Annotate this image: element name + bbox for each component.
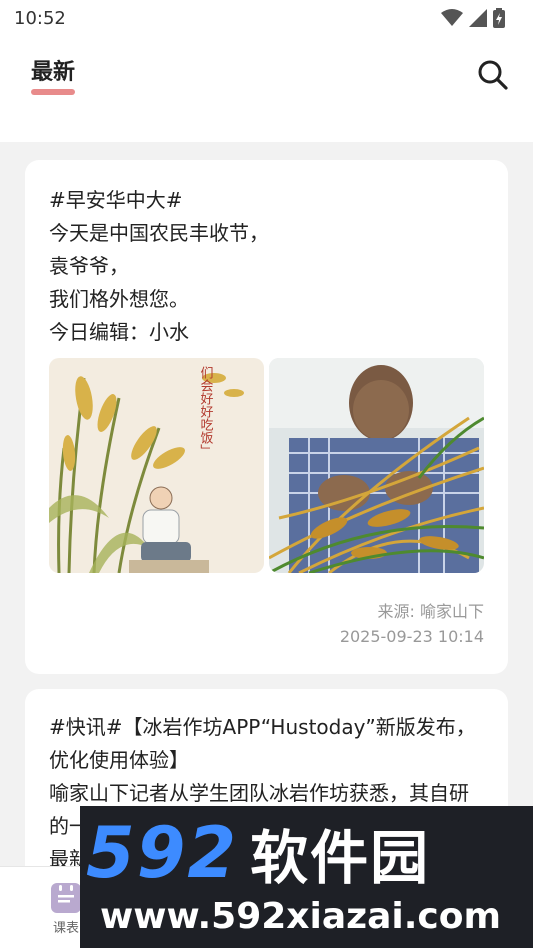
search-icon[interactable] — [476, 58, 510, 92]
status-icons — [441, 8, 505, 28]
post-timestamp: 2025-09-23 10:14 — [339, 627, 484, 646]
calendar-icon — [51, 883, 81, 913]
post-card[interactable]: #早安华中大# 今天是中国农民丰收节， 袁爷爷， 我们格外想您。 今日编辑：小水 — [25, 160, 508, 674]
watermark-number: 592 — [86, 812, 239, 894]
post-line: 今天是中国农民丰收节， — [49, 221, 269, 245]
post-line: #快讯#【冰岩作坊APP“Hustoday”新版发布， — [49, 715, 476, 739]
post-line: 我们格外想您。 — [49, 287, 189, 311]
wifi-icon — [441, 9, 463, 26]
battery-icon — [493, 8, 505, 28]
status-bar: 10:52 — [0, 0, 533, 36]
post-image-photo[interactable] — [269, 358, 484, 573]
post-text: #早安华中大# 今天是中国农民丰收节， 袁爷爷， 我们格外想您。 今日编辑：小水 — [49, 184, 489, 349]
post-image-illustration[interactable]: 们会好好吃饭」 — [49, 358, 264, 573]
post-line: 优化使用体验】 — [49, 748, 189, 772]
watermark-url: www.592xiazai.com — [100, 896, 501, 937]
illustration-caption: 们会好好吃饭」 — [198, 366, 214, 457]
status-time: 10:52 — [14, 7, 66, 29]
tab-active-indicator — [31, 89, 75, 95]
post-line: 袁爷爷， — [49, 254, 129, 278]
post-line: #早安华中大# — [49, 188, 183, 212]
watermark-name: 软件园 — [250, 824, 431, 892]
signal-icon — [469, 9, 487, 27]
watermark-logo: 592 软件园 www.592xiazai.com — [80, 806, 533, 948]
post-source: 来源: 喻家山下 — [377, 602, 484, 621]
header: 最新 — [0, 36, 533, 142]
tab-latest[interactable]: 最新 — [31, 54, 75, 86]
post-line: 今日编辑：小水 — [49, 320, 189, 344]
watermark-brand: 592 软件园 — [86, 812, 430, 894]
